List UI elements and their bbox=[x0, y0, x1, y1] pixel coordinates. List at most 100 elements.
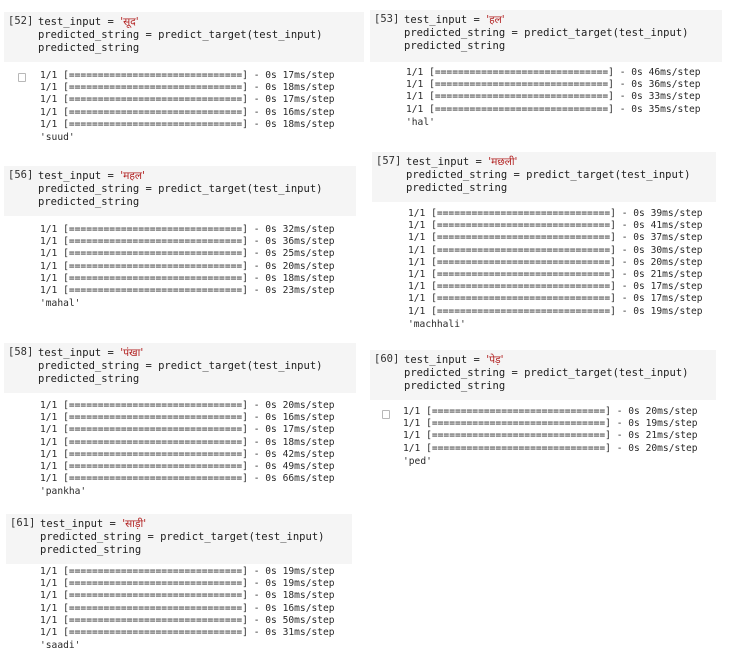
assignment-operator: = bbox=[467, 354, 487, 366]
progress-step-line: 1/1 [==============================] - 0… bbox=[40, 566, 335, 577]
hindi-string-literal: 'साड़ी' bbox=[122, 518, 147, 530]
assignment-operator: = bbox=[467, 14, 487, 26]
progress-step-line: 1/1 [==============================] - 0… bbox=[408, 220, 703, 232]
code-line: test_input = 'साड़ी' bbox=[40, 518, 146, 531]
code-line: predicted_string = predict_target(test_i… bbox=[38, 360, 323, 372]
progress-step-line: 1/1 [==============================] - 0… bbox=[408, 281, 703, 293]
progress-step-line: 1/1 [==============================] - 0… bbox=[406, 91, 701, 103]
progress-step-line: 1/1 [==============================] - 0… bbox=[40, 436, 335, 448]
variable-name: test_input bbox=[404, 14, 468, 26]
hindi-string-literal: 'पंखा' bbox=[120, 347, 144, 359]
cell-execution-count: [58] bbox=[8, 346, 34, 358]
variable-name: test_input bbox=[38, 347, 102, 359]
progress-step-line: 1/1 [==============================] - 0… bbox=[403, 418, 698, 430]
code-line: predicted_string bbox=[404, 40, 506, 52]
hindi-string-literal: 'पेड़' bbox=[486, 354, 504, 366]
code-input-area[interactable]: [60] test_input = 'पेड़' predicted_string … bbox=[370, 350, 716, 400]
predicted-output: 'suud' bbox=[40, 131, 75, 143]
code-input-area[interactable]: [56] test_input = 'महल' predicted_string =… bbox=[4, 166, 356, 216]
code-line: predicted_string = predict_target(test_i… bbox=[404, 367, 689, 379]
progress-step-line: 1/1 [==============================] - 0… bbox=[40, 460, 335, 472]
predicted-output: 'hal' bbox=[406, 116, 435, 128]
variable-name: test_input bbox=[404, 354, 468, 366]
code-input-area[interactable]: [57] test_input = 'मछली' predicted_string … bbox=[372, 152, 716, 202]
output-toggle-icon[interactable] bbox=[382, 410, 390, 419]
cell-output: 1/1 [==============================] - 0… bbox=[40, 224, 335, 310]
progress-step-line: 1/1 [==============================] - 0… bbox=[403, 430, 698, 442]
code-line: predicted_string bbox=[38, 42, 140, 54]
progress-step-line: 1/1 [==============================] - 0… bbox=[40, 614, 335, 626]
progress-step-line: 1/1 [==============================] - 0… bbox=[40, 106, 335, 118]
hindi-string-literal: 'महल' bbox=[120, 170, 145, 182]
progress-step-line: 1/1 [==============================] - 0… bbox=[40, 400, 335, 411]
code-line: predicted_string bbox=[38, 196, 140, 208]
progress-step-line: 1/1 [==============================] - 0… bbox=[40, 248, 335, 260]
output-toggle-icon[interactable] bbox=[18, 73, 26, 82]
progress-step-line: 1/1 [==============================] - 0… bbox=[40, 578, 335, 590]
assignment-operator: = bbox=[101, 347, 121, 359]
progress-step-line: 1/1 [==============================] - 0… bbox=[40, 424, 335, 436]
code-line: test_input = 'हल' bbox=[404, 14, 505, 27]
code-input-area[interactable]: [58] test_input = 'पंखा' predicted_string … bbox=[4, 343, 356, 393]
code-line: predicted_string = predict_target(test_i… bbox=[40, 531, 325, 543]
hindi-string-literal: 'सूद' bbox=[120, 16, 139, 28]
cell-output: 1/1 [==============================] - 0… bbox=[403, 406, 698, 468]
progress-step-line: 1/1 [==============================] - 0… bbox=[40, 82, 335, 94]
progress-step-line: 1/1 [==============================] - 0… bbox=[408, 208, 703, 219]
assignment-operator: = bbox=[469, 156, 489, 168]
code-line: predicted_string = predict_target(test_i… bbox=[404, 27, 689, 39]
predicted-output: 'saadi' bbox=[40, 640, 81, 652]
variable-name: test_input bbox=[38, 170, 102, 182]
progress-step-line: 1/1 [==============================] - 0… bbox=[40, 272, 335, 284]
progress-step-line: 1/1 [==============================] - 0… bbox=[40, 284, 335, 296]
progress-step-line: 1/1 [==============================] - 0… bbox=[40, 626, 335, 638]
predicted-output: 'ped' bbox=[403, 455, 432, 467]
cell-output: 1/1 [==============================] - 0… bbox=[40, 400, 335, 498]
predicted-output: 'pankha' bbox=[40, 486, 87, 498]
code-input-area[interactable]: [53] test_input = 'हल' predicted_string = … bbox=[370, 10, 722, 62]
code-input-area[interactable]: [52] test_input = 'सूद' predicted_string =… bbox=[4, 12, 364, 62]
progress-step-line: 1/1 [==============================] - 0… bbox=[40, 94, 335, 106]
predicted-output: 'mahal' bbox=[40, 298, 81, 310]
cell-execution-count: [56] bbox=[8, 169, 34, 181]
progress-step-line: 1/1 [==============================] - 0… bbox=[40, 70, 335, 81]
progress-step-line: 1/1 [==============================] - 0… bbox=[408, 244, 703, 256]
assignment-operator: = bbox=[101, 16, 121, 28]
progress-step-line: 1/1 [==============================] - 0… bbox=[40, 236, 335, 248]
cell-execution-count: [53] bbox=[374, 13, 400, 25]
progress-step-line: 1/1 [==============================] - 0… bbox=[408, 293, 703, 305]
progress-step-line: 1/1 [==============================] - 0… bbox=[408, 256, 703, 268]
cell-output: 1/1 [==============================] - 0… bbox=[408, 208, 703, 331]
cell-execution-count: [60] bbox=[374, 353, 400, 365]
progress-step-line: 1/1 [==============================] - 0… bbox=[408, 268, 703, 280]
assignment-operator: = bbox=[103, 518, 123, 530]
code-line: test_input = 'पंखा' bbox=[38, 347, 143, 360]
variable-name: test_input bbox=[40, 518, 104, 530]
code-line: predicted_string bbox=[404, 380, 506, 392]
variable-name: test_input bbox=[38, 16, 102, 28]
predicted-output: 'machhali' bbox=[408, 318, 466, 330]
progress-step-line: 1/1 [==============================] - 0… bbox=[406, 79, 701, 91]
cell-execution-count: [61] bbox=[10, 517, 36, 529]
assignment-operator: = bbox=[101, 170, 121, 182]
progress-step-line: 1/1 [==============================] - 0… bbox=[40, 473, 335, 485]
progress-step-line: 1/1 [==============================] - 0… bbox=[40, 260, 335, 272]
code-line: predicted_string = predict_target(test_i… bbox=[38, 29, 323, 41]
code-line: predicted_string = predict_target(test_i… bbox=[38, 183, 323, 195]
cell-execution-count: [57] bbox=[376, 155, 402, 167]
progress-step-line: 1/1 [==============================] - 0… bbox=[40, 602, 335, 614]
code-input-area[interactable]: [61] test_input = 'साड़ी' predicted_string… bbox=[6, 514, 352, 564]
code-line: test_input = 'सूद' bbox=[38, 16, 139, 29]
progress-step-line: 1/1 [==============================] - 0… bbox=[40, 412, 335, 424]
progress-step-line: 1/1 [==============================] - 0… bbox=[403, 442, 698, 454]
cell-execution-count: [52] bbox=[8, 15, 34, 27]
code-line: test_input = 'मछली' bbox=[406, 156, 517, 169]
hindi-string-literal: 'हल' bbox=[486, 14, 505, 26]
cell-output: 1/1 [==============================] - 0… bbox=[40, 566, 335, 652]
variable-name: test_input bbox=[406, 156, 470, 168]
cell-output: 1/1 [==============================] - 0… bbox=[406, 67, 701, 129]
code-line: predicted_string bbox=[40, 544, 142, 556]
progress-step-line: 1/1 [==============================] - 0… bbox=[406, 103, 701, 115]
progress-step-line: 1/1 [==============================] - 0… bbox=[403, 406, 698, 417]
progress-step-line: 1/1 [==============================] - 0… bbox=[408, 232, 703, 244]
